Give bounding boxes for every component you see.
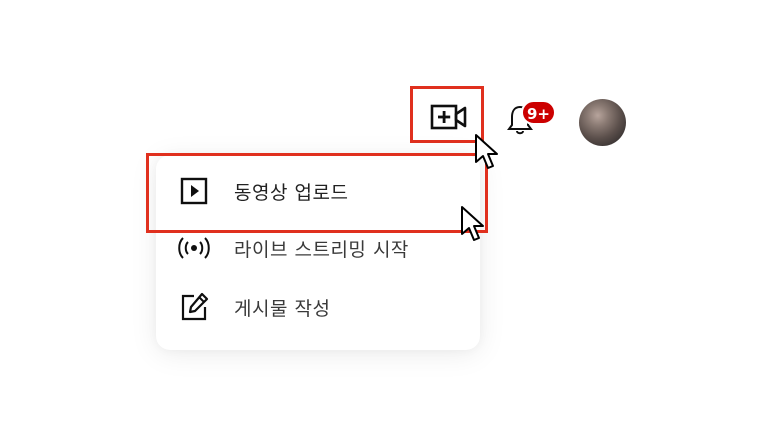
menu-item-label: 게시물 작성 [234, 297, 331, 320]
broadcast-icon [176, 230, 212, 266]
screenshot-stage: 9+ 동영상 업로드 라이브 스트리밍 시작 게시물 작성 [0, 0, 780, 443]
mouse-cursor-icon [461, 206, 484, 241]
menu-item-label: 라이브 스트리밍 시작 [234, 238, 409, 261]
menu-item-create-post[interactable]: 게시물 작성 [156, 279, 480, 335]
mouse-cursor-icon [475, 134, 498, 169]
avatar[interactable] [579, 99, 626, 146]
edit-post-icon [176, 289, 212, 325]
create-button-highlight [410, 86, 484, 143]
upload-item-highlight [146, 153, 488, 233]
notification-badge: 9+ [521, 100, 557, 125]
